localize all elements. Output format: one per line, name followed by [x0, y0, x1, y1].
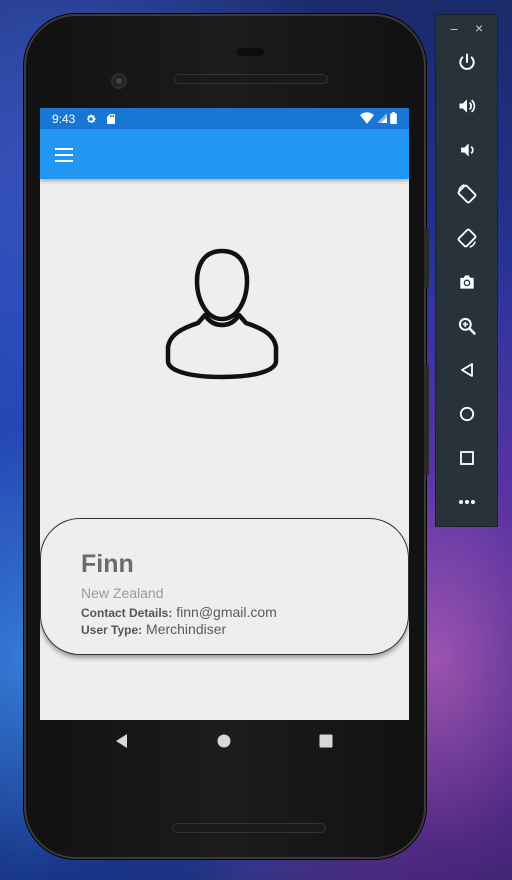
emulator-toolbar: − × [435, 14, 498, 527]
signal-icon [377, 113, 387, 123]
back-icon[interactable] [454, 357, 480, 383]
zoom-icon[interactable] [454, 313, 480, 339]
gear-icon [87, 114, 97, 123]
battery-icon [390, 112, 397, 124]
minimize-button[interactable]: − [450, 21, 458, 37]
volume-down-icon[interactable] [454, 137, 480, 163]
contact-details-row: Contact Details: finn@gmail.com [81, 604, 277, 620]
home-icon[interactable] [217, 734, 231, 748]
side-button-power [424, 365, 429, 475]
toolbar-window-controls: − × [436, 19, 499, 39]
more-icon[interactable] [454, 489, 480, 515]
side-button-volume [424, 228, 429, 288]
hamburger-menu-icon[interactable] [54, 144, 76, 164]
user-type-label: User Type: [81, 623, 143, 637]
person-outline-icon [165, 248, 279, 380]
profile-name: Finn [81, 550, 134, 578]
profile-country: New Zealand [81, 585, 164, 601]
recents-icon[interactable] [319, 734, 333, 748]
app-bar [40, 129, 409, 179]
home-icon[interactable] [454, 401, 480, 427]
earpiece-speaker [174, 74, 328, 84]
device-screen: 9:43 Finn New Zealand Contact Details: f… [40, 108, 409, 720]
user-type-value: Merchindiser [146, 621, 227, 637]
camera-icon[interactable] [454, 269, 480, 295]
user-type-row: User Type: Merchindiser [81, 621, 226, 637]
wifi-icon [360, 112, 374, 124]
power-icon[interactable] [454, 49, 480, 75]
front-camera [111, 73, 127, 89]
contact-details-value: finn@gmail.com [176, 604, 277, 620]
profile-card: Finn New Zealand Contact Details: finn@g… [40, 518, 409, 655]
status-right-icons [360, 112, 397, 124]
status-bar: 9:43 [40, 108, 409, 129]
overview-icon[interactable] [454, 445, 480, 471]
back-icon[interactable] [115, 734, 129, 748]
status-time: 9:43 [52, 111, 76, 126]
bottom-speaker [172, 823, 326, 833]
close-button[interactable]: × [475, 20, 483, 36]
rotate-left-icon[interactable] [454, 181, 480, 207]
sensor [236, 48, 264, 56]
volume-up-icon[interactable] [454, 93, 480, 119]
sd-card-icon [107, 113, 116, 124]
rotate-right-icon[interactable] [454, 225, 480, 251]
contact-details-label: Contact Details: [81, 606, 173, 620]
navigation-bar [40, 720, 409, 764]
